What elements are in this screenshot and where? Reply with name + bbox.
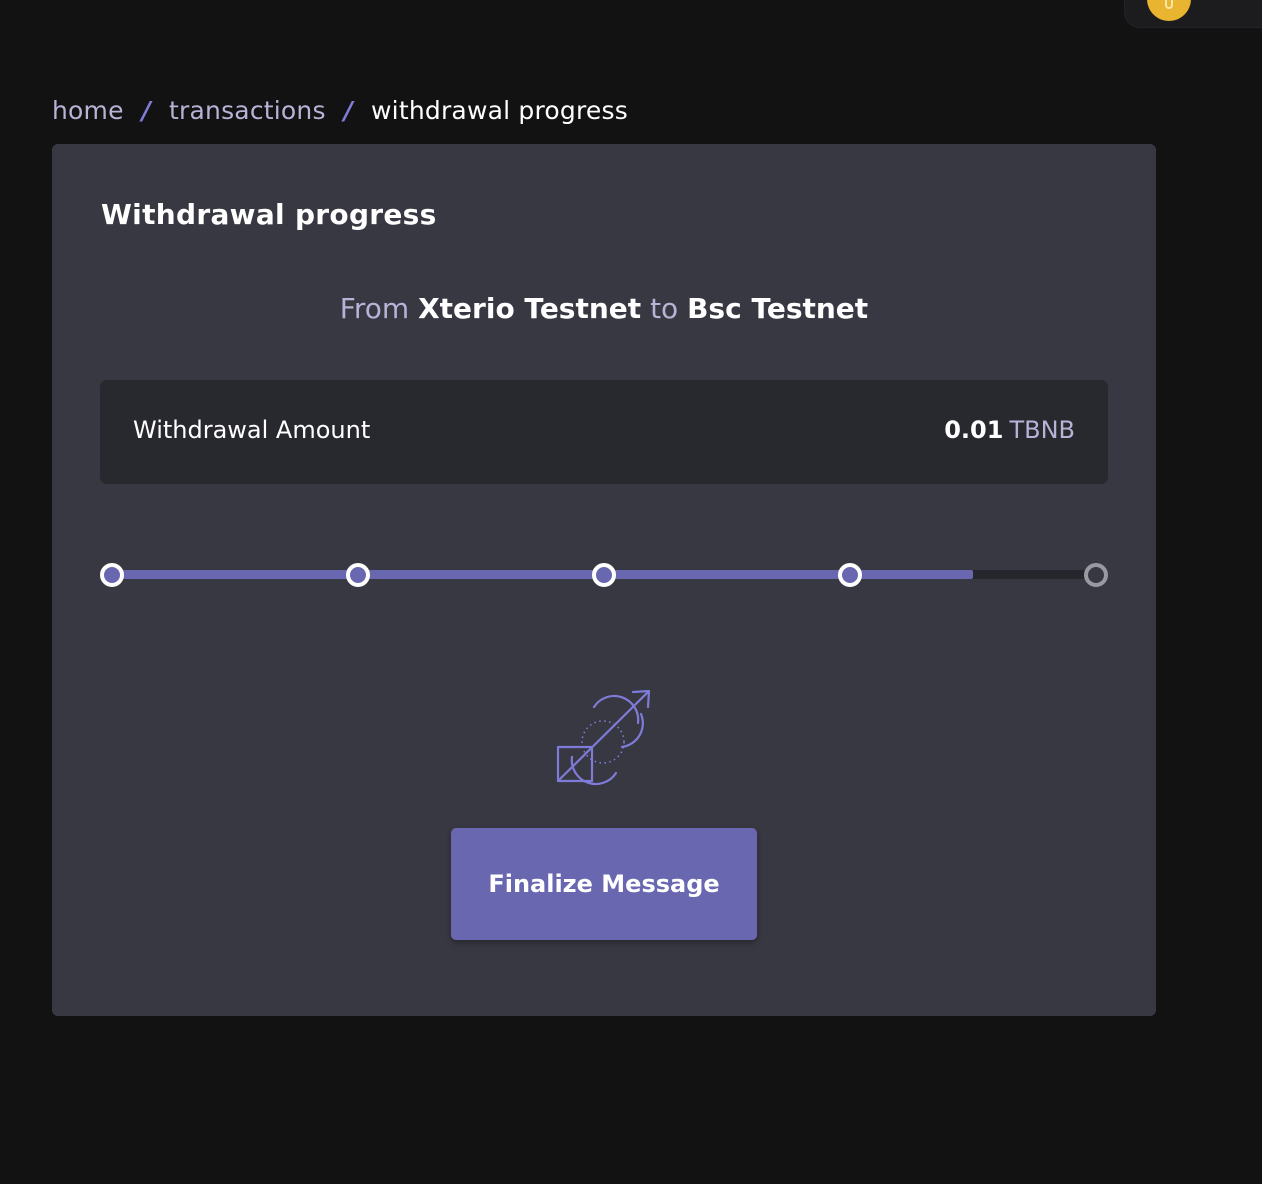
route-description: From Xterio Testnet to Bsc Testnet [52, 292, 1156, 325]
progress-step-2 [346, 563, 370, 587]
route-from-network: Xterio Testnet [418, 292, 642, 325]
route-from-word: From [339, 292, 410, 325]
route-to-network: Bsc Testnet [687, 292, 869, 325]
progress-stepper [100, 563, 1108, 587]
breadcrumb-separator: / [343, 95, 354, 125]
amount-panel: Withdrawal Amount 0.01 TBNB [100, 380, 1108, 484]
progress-step-3 [592, 563, 616, 587]
account-widget[interactable] [1124, 0, 1262, 28]
breadcrumb-current: withdrawal progress [371, 95, 628, 125]
finalize-message-button[interactable]: Finalize Message [451, 828, 757, 940]
route-to-word: to [650, 292, 679, 325]
progress-step-5 [1084, 563, 1108, 587]
progress-step-1 [100, 563, 124, 587]
breadcrumb-separator: / [141, 95, 152, 125]
breadcrumb-transactions[interactable]: transactions [169, 96, 326, 125]
withdrawal-card: Withdrawal progress From Xterio Testnet … [52, 144, 1156, 1016]
token-coin-icon [1147, 0, 1191, 21]
amount-number: 0.01 [944, 416, 1004, 444]
amount-unit: TBNB [1009, 416, 1075, 444]
progress-step-4 [838, 563, 862, 587]
amount-label: Withdrawal Amount [133, 416, 371, 444]
breadcrumb: home / transactions / withdrawal progres… [52, 90, 628, 130]
amount-value: 0.01 TBNB [944, 416, 1075, 444]
card-title: Withdrawal progress [101, 198, 437, 231]
page: home / transactions / withdrawal progres… [0, 0, 1262, 1184]
breadcrumb-home[interactable]: home [52, 96, 124, 125]
bridge-arrow-icon [556, 690, 651, 786]
